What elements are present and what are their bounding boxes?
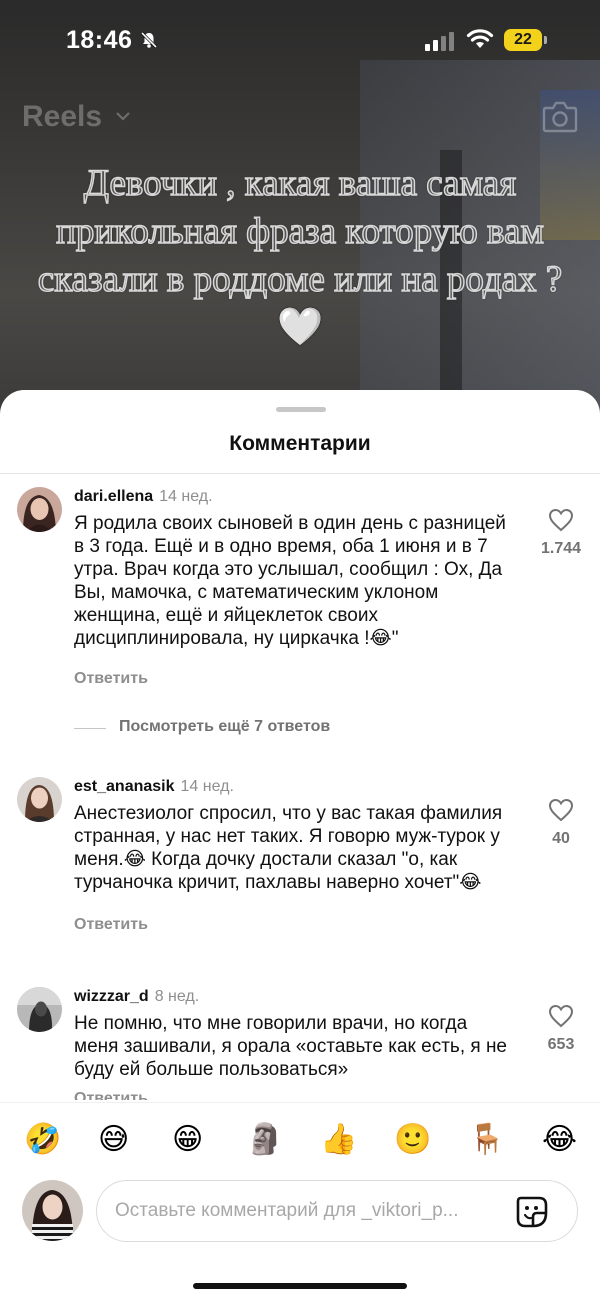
avatar[interactable] <box>17 777 62 822</box>
emoji-sweat-smile[interactable]: 😅 <box>98 1123 129 1157</box>
current-user-avatar <box>22 1180 83 1241</box>
reply-button[interactable]: Ответить <box>74 1090 148 1100</box>
like-count: 40 <box>552 830 570 847</box>
emoji-moai[interactable]: 🗿 <box>246 1123 283 1157</box>
emoji-bar: 🤣 😅 😁 🗿 👍 🙂 🪑 😂 <box>0 1102 600 1174</box>
sticker-icon[interactable] <box>515 1195 549 1229</box>
comment-meta: est_ananasik 14 нед. <box>74 778 234 796</box>
comment-meta: dari.ellena 14 нед. <box>74 488 213 506</box>
comment-text: Не помню, что мне говорили врачи, но ког… <box>74 1013 508 1080</box>
divider <box>74 728 106 729</box>
comment-time: 14 нед. <box>159 488 213 505</box>
battery-tip <box>544 36 547 44</box>
comment-username[interactable]: dari.ellena <box>74 488 153 505</box>
emoji-thumbs-up[interactable]: 👍 <box>320 1123 357 1157</box>
camera-icon[interactable] <box>542 100 578 134</box>
emoji-chair[interactable]: 🪑 <box>468 1123 505 1157</box>
reply-button[interactable]: Ответить <box>74 670 148 688</box>
comment-text: Я родила своих сыновей в один день с раз… <box>74 513 506 649</box>
comment-time: 14 нед. <box>180 778 234 795</box>
comments-list[interactable]: dari.ellena 14 нед. Я родила своих сынове… <box>0 474 600 1100</box>
wifi-icon <box>466 29 494 48</box>
avatar[interactable] <box>17 487 62 532</box>
reply-button[interactable]: Ответить <box>74 916 148 934</box>
like-block: 1.744 <box>530 508 592 558</box>
status-time: 18:46 <box>66 26 133 54</box>
comments-sheet: Комментарии dari.ellena 14 нед. Я родила … <box>0 390 600 1300</box>
reel-caption: Девочки , какая ваша самая прикольная фр… <box>37 162 563 349</box>
comment-meta: wizzzar_d 8 нед. <box>74 988 199 1006</box>
comment-username[interactable]: wizzzar_d <box>74 988 149 1005</box>
view-more-replies-label: Посмотреть ещё 7 ответов <box>119 718 331 735</box>
comment-text: Анестезиолог спросил, что у вас такая фа… <box>74 803 503 893</box>
home-indicator[interactable] <box>193 1283 407 1289</box>
bell-off-icon <box>140 31 158 49</box>
heart-icon[interactable] <box>548 508 574 532</box>
avatar[interactable] <box>17 987 62 1032</box>
comment-input-placeholder: Оставьте комментарий для _viktori_p... <box>115 1200 459 1221</box>
sheet-title: Комментарии <box>229 432 371 455</box>
like-count: 653 <box>547 1036 575 1053</box>
battery-indicator: 22 <box>504 29 542 51</box>
comment-time: 8 нед. <box>154 988 200 1005</box>
heart-icon[interactable] <box>548 1004 574 1028</box>
comment-input[interactable]: Оставьте комментарий для _viktori_p... <box>96 1180 578 1242</box>
like-block: 40 <box>530 798 592 848</box>
drag-handle[interactable] <box>276 407 326 412</box>
signal-icon <box>425 32 454 51</box>
comment-username[interactable]: est_ananasik <box>74 778 175 795</box>
status-bar: 18:46 22 <box>0 0 600 80</box>
reels-title[interactable]: Reels <box>22 100 102 134</box>
emoji-rofl[interactable]: 🤣 <box>24 1123 61 1157</box>
chevron-down-icon[interactable] <box>116 112 130 122</box>
battery-level: 22 <box>514 31 532 48</box>
emoji-joy[interactable]: 😂 <box>542 1123 577 1157</box>
emoji-slight-smile[interactable]: 🙂 <box>394 1123 431 1157</box>
emoji-grin[interactable]: 😁 <box>172 1123 203 1157</box>
like-count: 1.744 <box>540 540 582 557</box>
like-block: 653 <box>530 1004 592 1054</box>
heart-icon[interactable] <box>548 798 574 822</box>
